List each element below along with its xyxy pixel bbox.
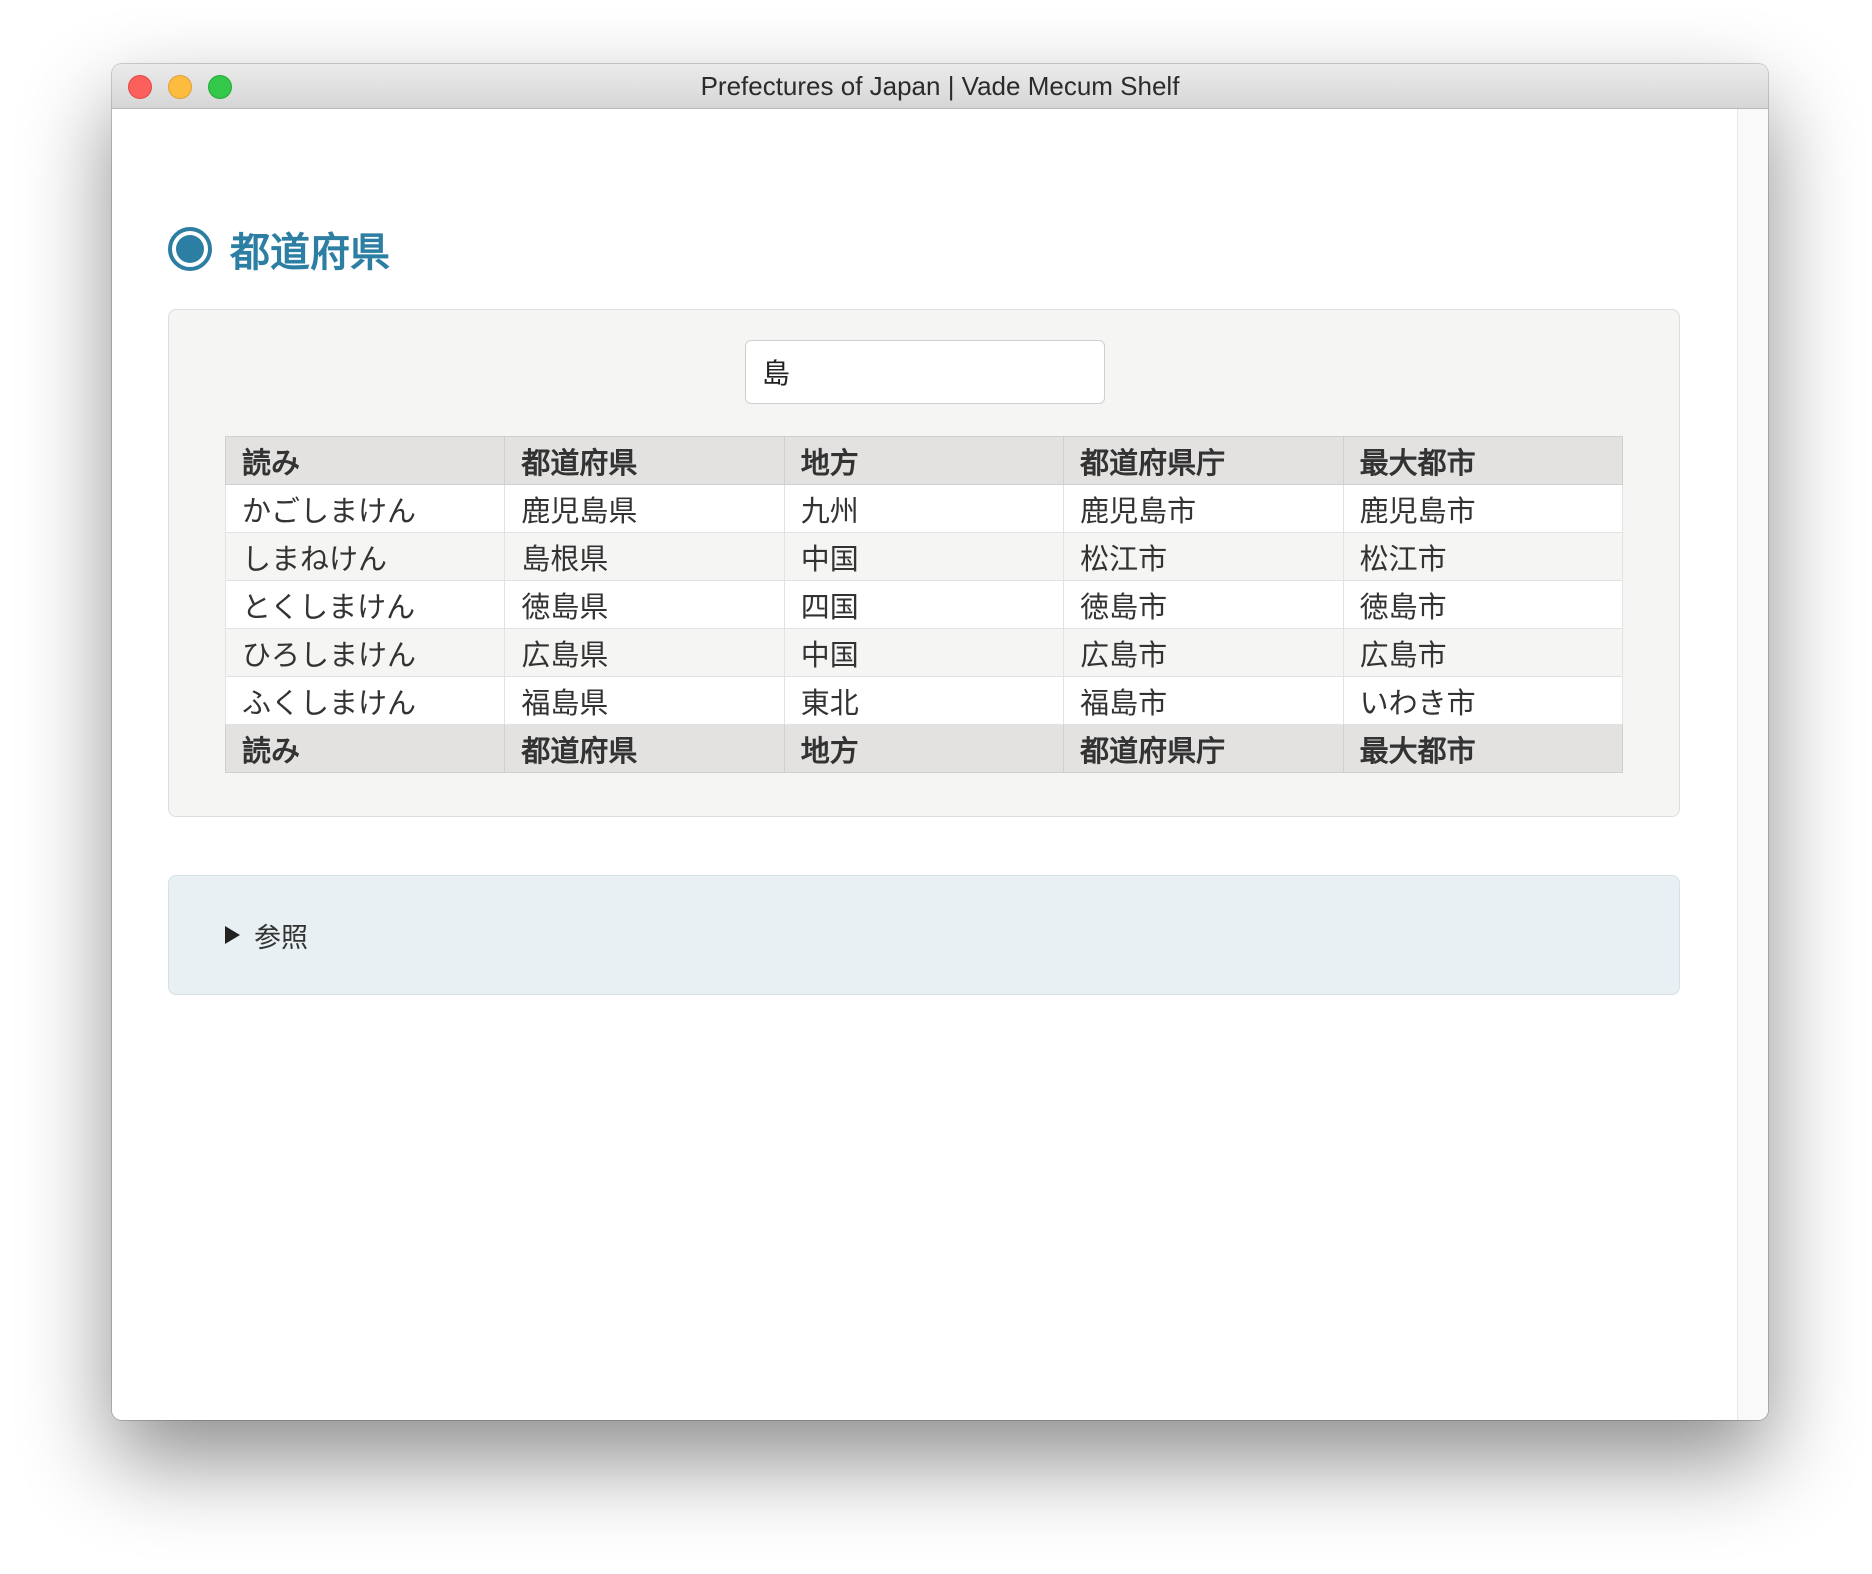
cell-largest-city: 徳島市 bbox=[1342, 580, 1624, 629]
cell-region: 四国 bbox=[783, 580, 1065, 629]
cell-prefecture: 徳島県 bbox=[504, 580, 785, 629]
cell-region: 中国 bbox=[783, 532, 1065, 581]
cell-reading: とくしまけん bbox=[224, 580, 506, 629]
search-input[interactable] bbox=[745, 340, 1105, 404]
cell-largest-city: 鹿児島市 bbox=[1342, 484, 1624, 533]
page-heading: 都道府県 bbox=[168, 219, 390, 279]
cell-capital: 広島市 bbox=[1063, 628, 1344, 677]
cell-reading: かごしまけん bbox=[224, 484, 506, 533]
search-panel: 読み 都道府県 地方 都道府県庁 最大都市 かごしまけん 鹿児島県 九州 鹿児島… bbox=[168, 309, 1680, 817]
cell-prefecture: 鹿児島県 bbox=[504, 484, 785, 533]
cell-capital: 松江市 bbox=[1063, 532, 1344, 581]
references-toggle[interactable]: 参照 bbox=[225, 876, 308, 994]
table-row: しまねけん 島根県 中国 松江市 松江市 bbox=[224, 532, 1624, 581]
column-header-region[interactable]: 地方 bbox=[783, 436, 1065, 485]
page-title: 都道府県 bbox=[230, 230, 390, 276]
vertical-scrollbar[interactable] bbox=[1737, 109, 1768, 1420]
cell-capital: 徳島市 bbox=[1063, 580, 1344, 629]
cell-region: 東北 bbox=[783, 676, 1065, 725]
title-bar[interactable]: Prefectures of Japan | Vade Mecum Shelf bbox=[112, 64, 1768, 109]
table-row: かごしまけん 鹿児島県 九州 鹿児島市 鹿児島市 bbox=[224, 484, 1624, 533]
cell-reading: ひろしまけん bbox=[224, 628, 506, 677]
cell-region: 九州 bbox=[783, 484, 1065, 533]
prefecture-table: 読み 都道府県 地方 都道府県庁 最大都市 かごしまけん 鹿児島県 九州 鹿児島… bbox=[224, 436, 1624, 773]
cell-region: 中国 bbox=[783, 628, 1065, 677]
table-row: とくしまけん 徳島県 四国 徳島市 徳島市 bbox=[224, 580, 1624, 629]
app-window: Prefectures of Japan | Vade Mecum Shelf … bbox=[112, 64, 1768, 1420]
radio-dot-icon bbox=[168, 227, 212, 271]
column-header-reading[interactable]: 読み bbox=[224, 436, 506, 485]
page-content: 都道府県 読み 都道府県 地方 都道府県庁 最大都市 bbox=[112, 109, 1738, 1420]
cell-prefecture: 島根県 bbox=[504, 532, 785, 581]
column-footer-prefecture: 都道府県 bbox=[504, 724, 785, 773]
cell-capital: 鹿児島市 bbox=[1063, 484, 1344, 533]
references-label: 参照 bbox=[254, 922, 308, 954]
table-row: ひろしまけん 広島県 中国 広島市 広島市 bbox=[224, 628, 1624, 677]
references-panel: 参照 bbox=[168, 875, 1680, 995]
cell-prefecture: 福島県 bbox=[504, 676, 785, 725]
disclosure-triangle-icon bbox=[225, 926, 240, 944]
column-footer-reading: 読み bbox=[224, 724, 506, 773]
cell-largest-city: いわき市 bbox=[1342, 676, 1624, 725]
column-header-prefecture[interactable]: 都道府県 bbox=[504, 436, 785, 485]
cell-prefecture: 広島県 bbox=[504, 628, 785, 677]
cell-reading: しまねけん bbox=[224, 532, 506, 581]
table-header-row: 読み 都道府県 地方 都道府県庁 最大都市 bbox=[224, 436, 1624, 485]
cell-capital: 福島市 bbox=[1063, 676, 1344, 725]
cell-reading: ふくしまけん bbox=[224, 676, 506, 725]
table-footer-row: 読み 都道府県 地方 都道府県庁 最大都市 bbox=[224, 724, 1624, 773]
column-header-capital[interactable]: 都道府県庁 bbox=[1063, 436, 1344, 485]
column-footer-capital: 都道府県庁 bbox=[1063, 724, 1344, 773]
column-footer-region: 地方 bbox=[783, 724, 1065, 773]
column-footer-largest-city: 最大都市 bbox=[1342, 724, 1624, 773]
cell-largest-city: 松江市 bbox=[1342, 532, 1624, 581]
column-header-largest-city[interactable]: 最大都市 bbox=[1342, 436, 1624, 485]
cell-largest-city: 広島市 bbox=[1342, 628, 1624, 677]
table-row: ふくしまけん 福島県 東北 福島市 いわき市 bbox=[224, 676, 1624, 725]
window-title: Prefectures of Japan | Vade Mecum Shelf bbox=[700, 71, 1180, 101]
